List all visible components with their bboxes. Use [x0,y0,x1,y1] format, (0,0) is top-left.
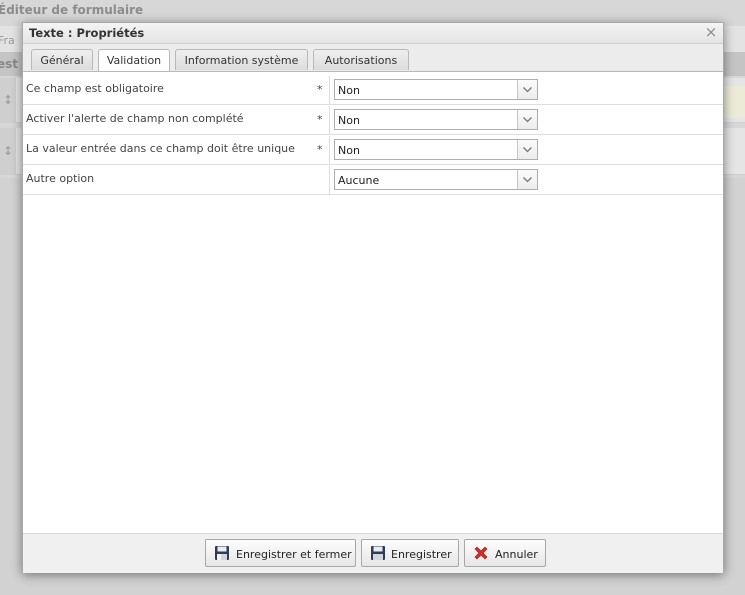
tab-bar: Général Validation Information système A… [23,44,723,72]
validation-form: Ce champ est obligatoire * Non Activer l… [23,75,723,195]
required-marker: * [317,83,323,96]
close-icon[interactable]: × [704,24,718,40]
chevron-down-icon [523,117,532,123]
tab-general[interactable]: Général [31,49,93,70]
background-header-fragment: est [0,57,19,71]
save-close-icon [215,546,229,560]
dropdown-button[interactable] [517,140,537,159]
field-label: Ce champ est obligatoire [26,82,164,95]
dropdown-button[interactable] [517,110,537,129]
required-marker: * [317,143,323,156]
drag-handle-icon: ↕ [0,128,16,174]
column-divider [329,76,330,105]
select-value: Non [338,84,360,97]
cancel-button[interactable]: Annuler [464,539,546,567]
form-row-unique-value: La valeur entrée dans ce champ doit être… [23,135,723,165]
chevron-down-icon [523,177,532,183]
tab-validation[interactable]: Validation [98,49,170,71]
background-highlight [722,86,745,118]
drag-handle-icon: ↕ [0,78,16,122]
field-label: Autre option [26,172,95,185]
save-and-close-button[interactable]: Enregistrer et fermer [205,539,356,567]
column-divider [329,106,330,135]
red-x-icon [474,546,488,560]
dialog-footer: Enregistrer et fermer Enregistrer Annule… [23,533,723,573]
required-marker: * [317,113,323,126]
button-label: Annuler [495,548,538,561]
required-select[interactable]: Non [334,79,538,100]
form-row-incomplete-alert: Activer l'alerte de champ non complété *… [23,105,723,135]
other-option-select[interactable]: Aucune [334,169,538,190]
button-label: Enregistrer et fermer [236,548,352,561]
chevron-down-icon [523,147,532,153]
select-value: Non [338,114,360,127]
incomplete-alert-select[interactable]: Non [334,109,538,130]
save-button[interactable]: Enregistrer [361,539,459,567]
form-row-required: Ce champ est obligatoire * Non [23,75,723,105]
dropdown-button[interactable] [517,80,537,99]
properties-dialog: Texte : Propriétés × Général Validation … [22,22,724,573]
column-divider [329,136,330,165]
app-title: Éditeur de formulaire [0,3,144,17]
field-label: La valeur entrée dans ce champ doit être… [26,142,295,155]
tab-system-information[interactable]: Information système [175,49,308,70]
select-value: Aucune [338,174,380,187]
tab-label: Validation [106,54,162,67]
chevron-down-icon [523,87,532,93]
form-row-other-option: Autre option Aucune [23,165,723,195]
tab-label: Autorisations [324,54,398,67]
background-tab-fragment: Fra [0,34,15,47]
tab-label: Information système [184,54,299,67]
button-label: Enregistrer [391,548,452,561]
column-divider [329,166,330,195]
floppy-disk-icon [371,546,385,560]
dialog-header: Texte : Propriétés × [23,23,723,44]
dropdown-button[interactable] [517,170,537,189]
dialog-title: Texte : Propriétés [29,26,145,40]
tab-label: Général [40,54,84,67]
field-label: Activer l'alerte de champ non complété [26,112,244,125]
unique-value-select[interactable]: Non [334,139,538,160]
tab-permissions[interactable]: Autorisations [313,49,409,70]
select-value: Non [338,144,360,157]
